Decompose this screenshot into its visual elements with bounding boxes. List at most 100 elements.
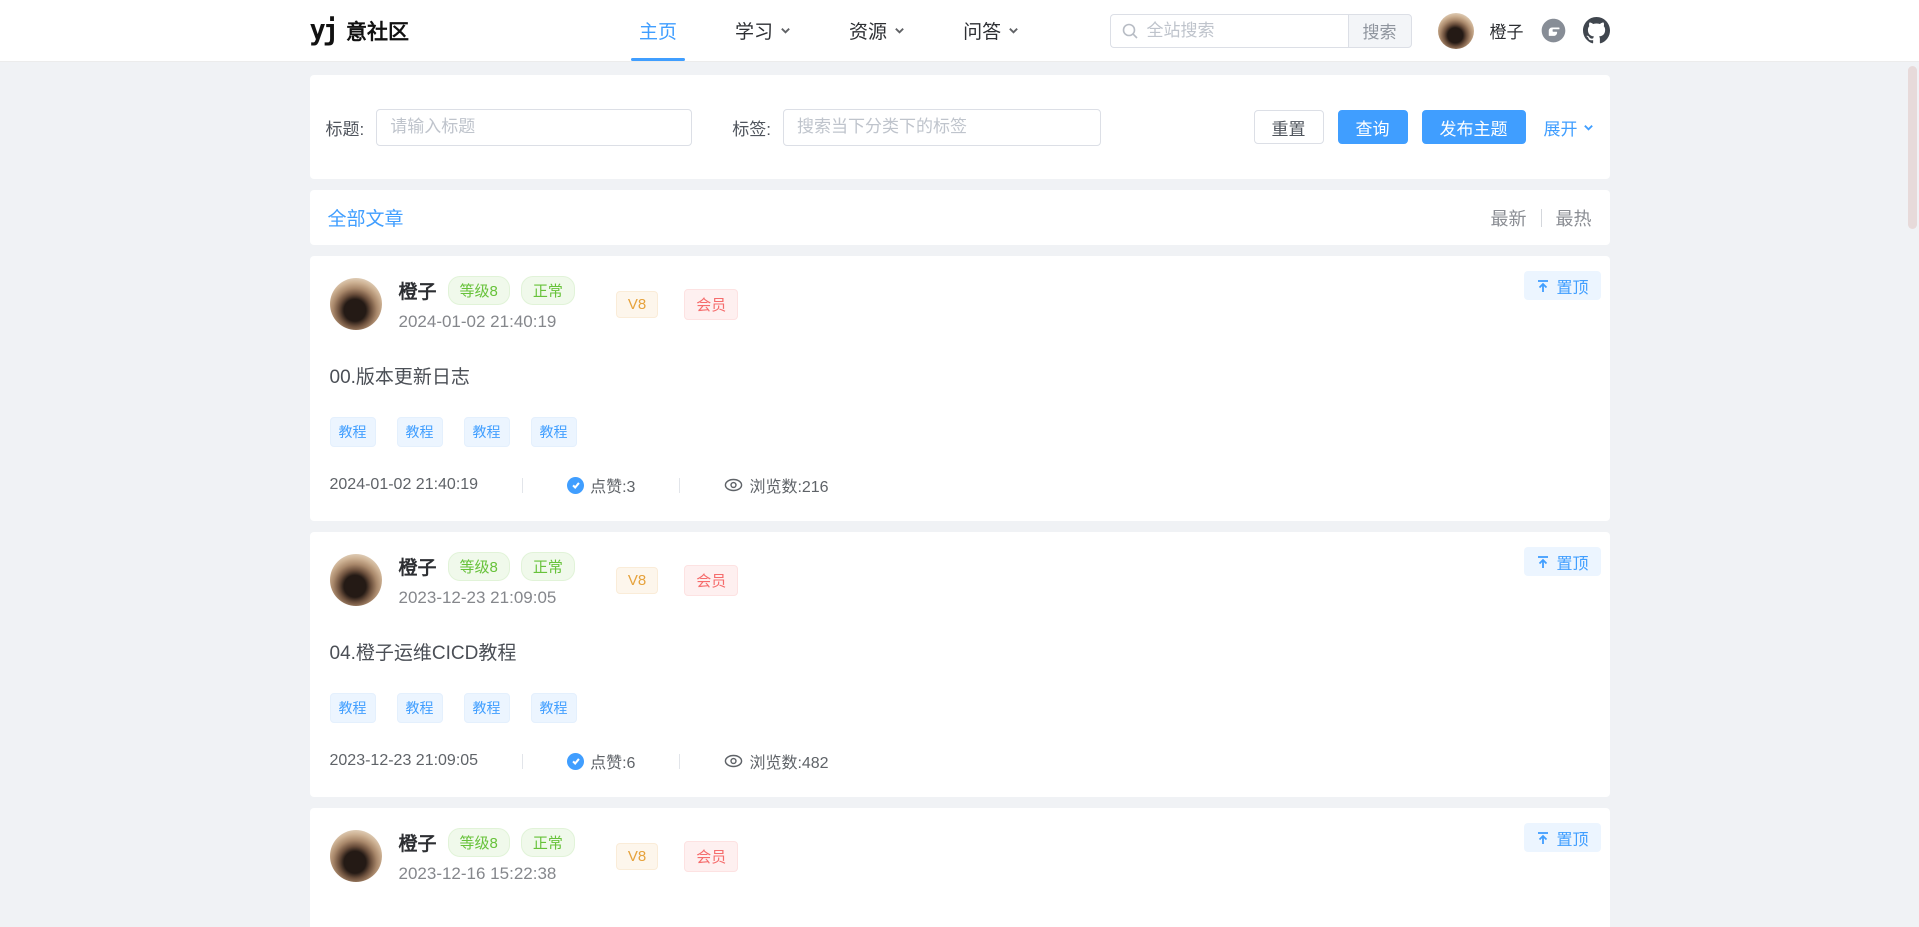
meta-divider: [522, 478, 523, 493]
title-filter-label: 标题:: [326, 115, 365, 140]
pin-top-button[interactable]: 置顶: [1524, 823, 1600, 852]
meta-divider: [679, 478, 680, 493]
nav-item-resources[interactable]: 资源: [849, 0, 905, 61]
sort-divider: [1541, 209, 1542, 227]
author-name[interactable]: 橙子: [399, 553, 437, 580]
active-tab-underline: [631, 58, 685, 61]
author-name[interactable]: 橙子: [399, 829, 437, 856]
reset-button[interactable]: 重置: [1254, 110, 1324, 144]
chevron-down-icon: [1583, 122, 1594, 133]
status-badge: 正常: [521, 828, 575, 857]
topic-tag[interactable]: 教程: [464, 417, 510, 447]
meta-divider: [679, 754, 680, 769]
search-input[interactable]: [1110, 14, 1348, 48]
title-filter-input[interactable]: [376, 109, 692, 146]
publish-topic-button[interactable]: 发布主题: [1422, 110, 1526, 144]
logo-glyph-icon: yj: [310, 14, 337, 47]
topic-tag[interactable]: 教程: [397, 417, 443, 447]
post-meta: 2023-12-23 21:09:05 点赞:6 浏览数:482: [330, 749, 1590, 773]
nav-item-label: 资源: [849, 17, 887, 44]
author-name[interactable]: 橙子: [399, 277, 437, 304]
post-card: 置顶 橙子 等级8 正常 2023-12-23 21:09:05 V8 会员 0…: [310, 532, 1610, 797]
pin-top-icon: [1536, 279, 1550, 293]
level-badge: 等级8: [448, 828, 510, 857]
post-datetime: 2023-12-23 21:09:05: [399, 588, 575, 608]
vip-badge: V8: [616, 567, 658, 594]
status-badge: 正常: [521, 552, 575, 581]
post-datetime: 2023-12-16 15:22:38: [399, 864, 575, 884]
vip-badge: V8: [616, 843, 658, 870]
author-avatar[interactable]: [330, 554, 382, 606]
topic-tag[interactable]: 教程: [330, 417, 376, 447]
scrollbar-track[interactable]: [1908, 63, 1917, 927]
topic-tag[interactable]: 教程: [464, 693, 510, 723]
likes-stat: 点赞:3: [567, 473, 635, 497]
meta-date: 2023-12-23 21:09:05: [330, 752, 479, 770]
scrollbar-thumb[interactable]: [1908, 66, 1917, 229]
sort-hottest[interactable]: 最热: [1556, 205, 1592, 231]
sort-group: 最新 最热: [1491, 205, 1592, 231]
expand-label: 展开: [1544, 115, 1578, 140]
site-title: 意社区: [346, 16, 409, 46]
meta-date: 2024-01-02 21:40:19: [330, 476, 479, 494]
like-check-icon: [567, 477, 584, 494]
list-header: 全部文章 最新 最热: [310, 190, 1610, 245]
member-badge: 会员: [684, 841, 738, 872]
post-title[interactable]: 00.版本更新日志: [330, 362, 1590, 389]
views-stat: 浏览数:482: [724, 749, 828, 773]
views-count: 浏览数:216: [749, 473, 828, 497]
search-button[interactable]: 搜索: [1348, 14, 1412, 48]
pin-top-label: 置顶: [1556, 826, 1588, 850]
post-title[interactable]: 04.橙子运维CICD教程: [330, 638, 1590, 665]
pin-top-icon: [1536, 831, 1550, 845]
post-card: 置顶 橙子 等级8 正常 2023-12-16 15:22:38 V8 会员: [310, 808, 1610, 927]
username[interactable]: 橙子: [1490, 18, 1524, 43]
post-header: 橙子 等级8 正常 2023-12-16 15:22:38 V8 会员: [330, 828, 1590, 884]
status-badge: 正常: [521, 276, 575, 305]
tag-filter-label: 标签:: [732, 115, 771, 140]
views-stat: 浏览数:216: [724, 473, 828, 497]
topic-tags: 教程 教程 教程 教程: [330, 417, 1590, 447]
nav-item-label: 主页: [639, 17, 677, 44]
topic-tag[interactable]: 教程: [531, 417, 577, 447]
post-meta: 2024-01-02 21:40:19 点赞:3 浏览数:216: [330, 473, 1590, 497]
chevron-down-icon: [1008, 25, 1019, 36]
member-badge: 会员: [684, 565, 738, 596]
meta-divider: [522, 754, 523, 769]
views-count: 浏览数:482: [749, 749, 828, 773]
expand-toggle[interactable]: 展开: [1544, 115, 1594, 140]
nav-item-learn[interactable]: 学习: [735, 0, 791, 61]
sort-newest[interactable]: 最新: [1491, 205, 1527, 231]
topic-tag[interactable]: 教程: [531, 693, 577, 723]
github-icon[interactable]: [1583, 17, 1610, 44]
nav-item-label: 学习: [735, 17, 773, 44]
topic-tag[interactable]: 教程: [330, 693, 376, 723]
nav-item-qa[interactable]: 问答: [963, 0, 1019, 61]
user-area: 橙子: [1438, 13, 1610, 49]
likes-stat: 点赞:6: [567, 749, 635, 773]
all-articles-link[interactable]: 全部文章: [328, 204, 404, 231]
likes-count: 点赞:3: [590, 473, 635, 497]
pin-top-icon: [1536, 555, 1550, 569]
nav-item-home[interactable]: 主页: [639, 0, 677, 61]
tag-filter-input[interactable]: [783, 109, 1101, 146]
user-avatar[interactable]: [1438, 13, 1474, 49]
pin-top-button[interactable]: 置顶: [1524, 547, 1600, 576]
filter-actions: 重置 查询 发布主题 展开: [1254, 110, 1594, 144]
topic-tag[interactable]: 教程: [397, 693, 443, 723]
topic-tags: 教程 教程 教程 教程: [330, 693, 1590, 723]
query-button[interactable]: 查询: [1338, 110, 1408, 144]
global-search: 搜索: [1110, 14, 1412, 48]
level-badge: 等级8: [448, 276, 510, 305]
author-avatar[interactable]: [330, 278, 382, 330]
pin-top-label: 置顶: [1556, 550, 1588, 574]
site-logo[interactable]: yj 意社区: [310, 15, 410, 46]
gitee-icon[interactable]: [1540, 17, 1567, 44]
pin-top-button[interactable]: 置顶: [1524, 271, 1600, 300]
filter-bar: 标题: 标签: 重置 查询 发布主题 展开: [310, 75, 1610, 179]
chevron-down-icon: [780, 25, 791, 36]
author-avatar[interactable]: [330, 830, 382, 882]
member-badge: 会员: [684, 289, 738, 320]
pin-top-label: 置顶: [1556, 274, 1588, 298]
post-datetime: 2024-01-02 21:40:19: [399, 312, 575, 332]
